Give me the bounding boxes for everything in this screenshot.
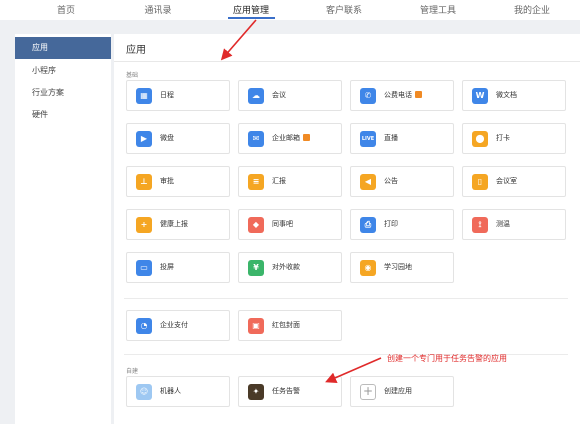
annotation-arrows [220, 19, 382, 383]
arrow-to-task-alert [325, 357, 382, 383]
arrow-to-app-management [220, 19, 257, 61]
